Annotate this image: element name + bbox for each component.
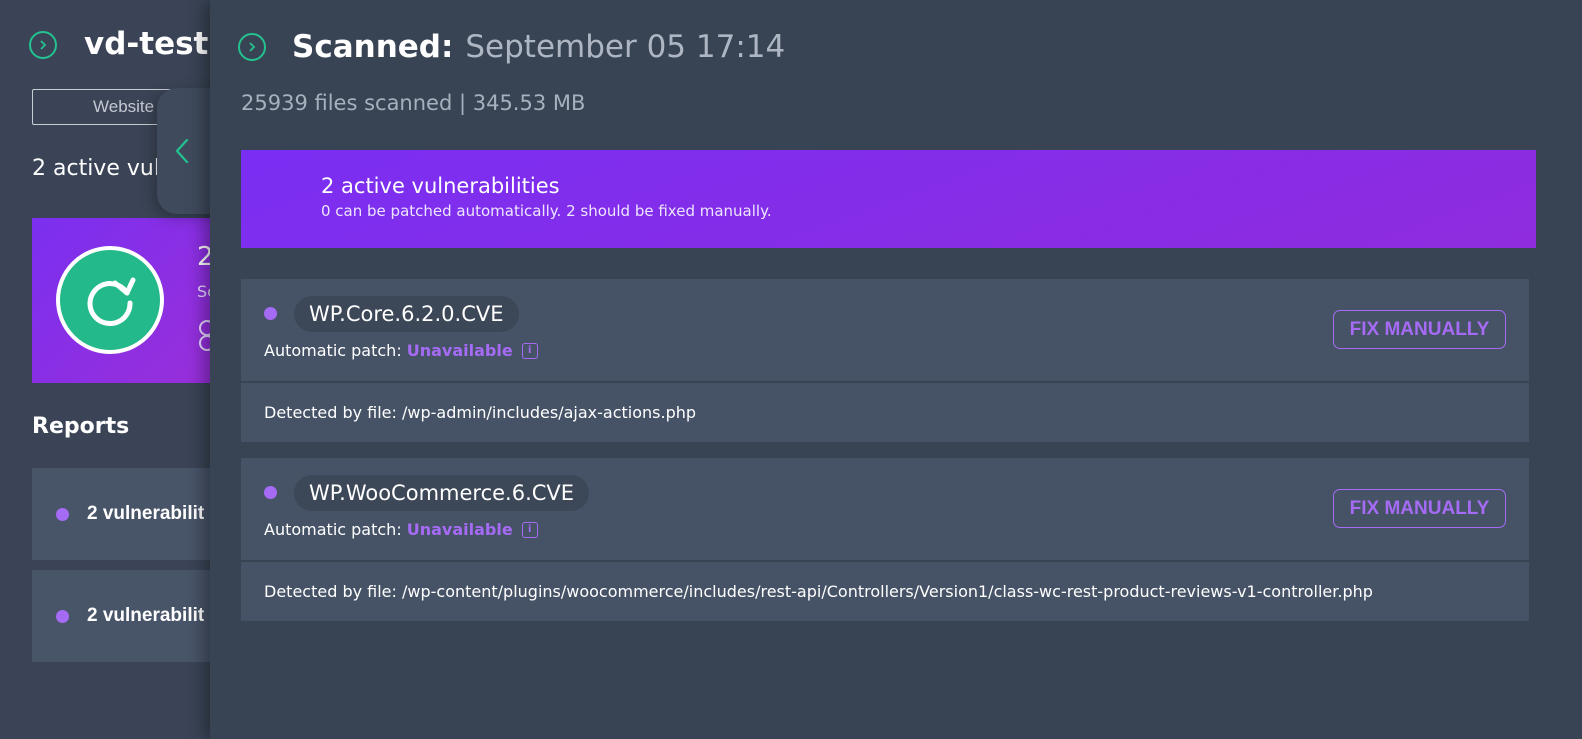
vulnerability-summary-banner: 2 active vulnerabilities 0 can be patche… xyxy=(241,150,1536,248)
status-dot-icon xyxy=(56,609,69,623)
automatic-patch-label: Automatic patch: xyxy=(264,341,402,360)
status-dot-icon xyxy=(264,486,277,499)
banner-title: 2 active vulnerabilities xyxy=(321,174,560,198)
automatic-patch-status: Automatic patch: Unavailable i xyxy=(264,341,538,360)
info-icon[interactable]: i xyxy=(521,521,538,538)
status-dot-icon xyxy=(264,307,277,320)
vulnerability-name: WP.WooCommerce.6.CVE xyxy=(294,475,590,511)
banner-subtitle: 0 can be patched automatically. 2 should… xyxy=(321,202,772,220)
status-dot-icon xyxy=(56,507,69,521)
vulnerability-item: WP.Core.6.2.0.CVE Automatic patch: Unava… xyxy=(241,279,1529,381)
refresh-icon[interactable] xyxy=(56,246,164,354)
fix-manually-button[interactable]: FIX MANUALLY xyxy=(1333,489,1506,528)
info-icon[interactable]: i xyxy=(521,342,538,359)
expand-chevron-icon[interactable] xyxy=(29,31,57,59)
report-label: 2 vulnerabilit xyxy=(87,503,205,524)
automatic-patch-status: Automatic patch: Unavailable i xyxy=(264,520,538,539)
scan-stats: 25939 files scanned | 345.53 MB xyxy=(241,91,586,115)
drawer-header: Scanned: September 05 17:14 xyxy=(238,29,785,65)
fix-manually-button[interactable]: FIX MANUALLY xyxy=(1333,310,1506,349)
active-vulnerabilities-summary: 2 active vul xyxy=(32,156,160,181)
detected-file: Detected by file: /wp-admin/includes/aja… xyxy=(241,383,1529,442)
report-label: 2 vulnerabilit xyxy=(87,605,205,626)
chevron-left-icon xyxy=(175,138,189,164)
scanned-date: September 05 17:14 xyxy=(465,29,786,65)
vulnerability-item: WP.WooCommerce.6.CVE Automatic patch: Un… xyxy=(241,458,1529,560)
vulnerability-name: WP.Core.6.2.0.CVE xyxy=(294,296,519,332)
status-card: 2 Sc xyxy=(32,218,232,383)
report-item[interactable]: 2 vulnerabilit xyxy=(32,570,232,662)
app-root: vd-test.r Website 2 active vul 2 Sc Repo… xyxy=(0,0,1582,739)
scanned-label: Scanned: xyxy=(292,29,454,65)
expand-chevron-icon[interactable] xyxy=(238,33,266,61)
detected-file: Detected by file: /wp-content/plugins/wo… xyxy=(241,562,1529,621)
automatic-patch-label: Automatic patch: xyxy=(264,520,402,539)
report-item[interactable]: 2 vulnerabilit xyxy=(32,468,232,560)
automatic-patch-value: Unavailable xyxy=(406,341,513,360)
automatic-patch-value: Unavailable xyxy=(406,520,513,539)
reports-heading: Reports xyxy=(32,414,130,439)
scan-details-drawer: Scanned: September 05 17:14 25939 files … xyxy=(210,0,1582,739)
